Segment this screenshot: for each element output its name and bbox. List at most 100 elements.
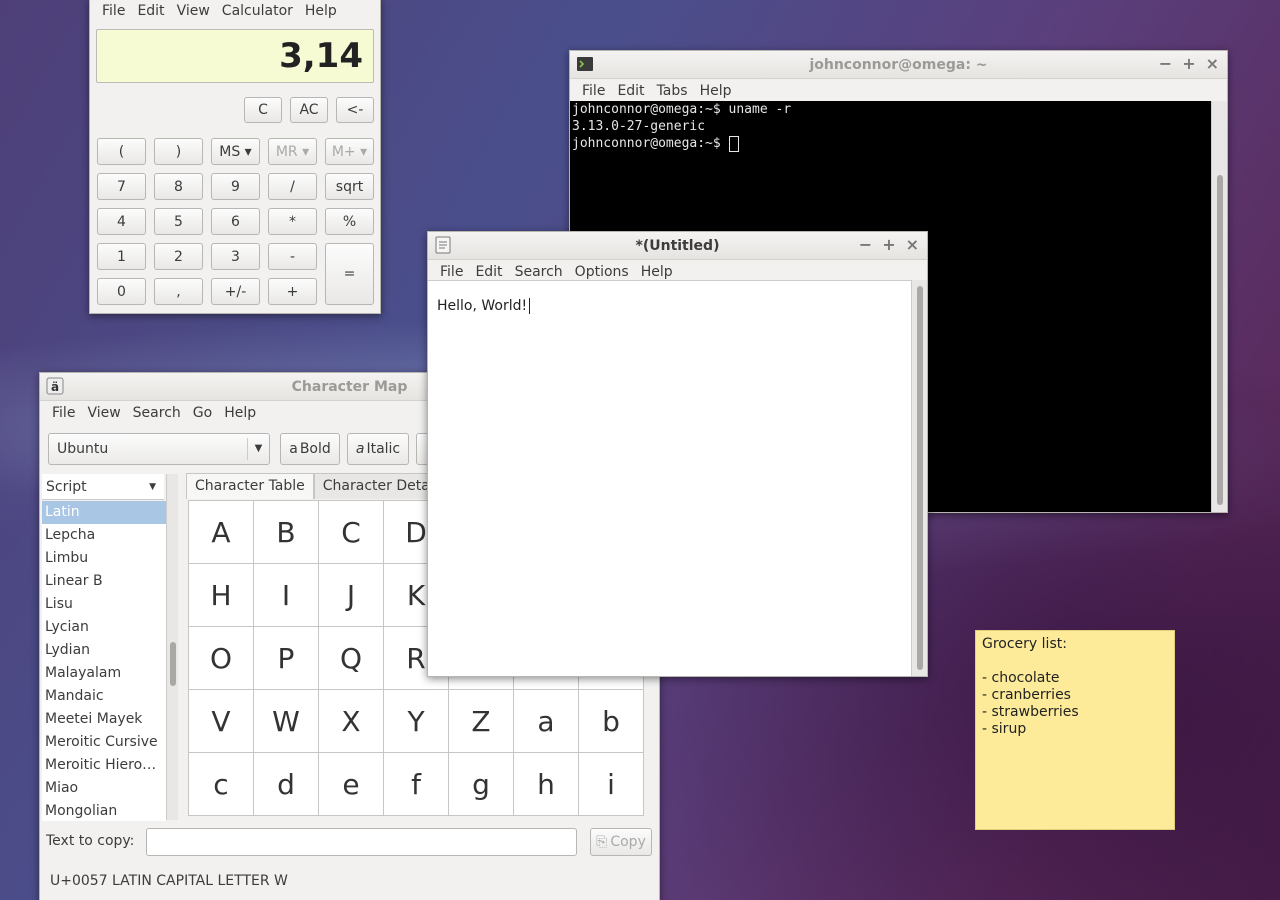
script-item[interactable]: Mandaic [42, 685, 166, 708]
key-multiply[interactable]: * [268, 208, 317, 235]
memory-store-button[interactable]: MS ▾ [211, 138, 260, 165]
key-sqrt[interactable]: sqrt [325, 173, 374, 200]
editor-menu-help[interactable]: Help [635, 264, 679, 280]
tab-character-table[interactable]: Character Table [186, 473, 314, 499]
key-1[interactable]: 1 [97, 243, 146, 270]
term-menu-help[interactable]: Help [694, 83, 738, 99]
terminal-scroll-thumb[interactable] [1217, 175, 1223, 505]
all-clear-button[interactable]: AC [290, 97, 328, 123]
memory-add-button[interactable]: M+ ▾ [325, 138, 374, 165]
close-icon[interactable]: × [1206, 55, 1219, 73]
sticky-note[interactable]: Grocery list: - chocolate - cranberries … [975, 630, 1175, 830]
editor-scroll-thumb[interactable] [917, 286, 923, 670]
key-subtract[interactable]: - [268, 243, 317, 270]
key-3[interactable]: 3 [211, 243, 260, 270]
editor-menu-search[interactable]: Search [509, 264, 569, 280]
key-9[interactable]: 9 [211, 173, 260, 200]
character-cell[interactable]: h [514, 753, 579, 816]
key-decimal[interactable]: , [154, 278, 203, 305]
script-item[interactable]: Lisu [42, 593, 166, 616]
calc-menu-view[interactable]: View [171, 3, 216, 19]
font-selector[interactable]: Ubuntu ▼ [48, 433, 270, 465]
script-item[interactable]: Meroitic Cursive [42, 731, 166, 754]
terminal-titlebar[interactable]: johnconnor@omega: ~ − + × [570, 51, 1227, 79]
character-cell[interactable]: H [189, 564, 254, 627]
character-cell[interactable]: J [319, 564, 384, 627]
script-list-scrollbar[interactable] [166, 474, 178, 820]
close-icon[interactable]: × [906, 236, 919, 254]
calc-menu-help[interactable]: Help [299, 3, 343, 19]
key-4[interactable]: 4 [97, 208, 146, 235]
bold-toggle[interactable]: a Bold [280, 433, 340, 465]
editor-text-area[interactable]: Hello, World! [428, 280, 913, 676]
character-cell[interactable]: g [449, 753, 514, 816]
copy-button[interactable]: ⎘ Copy [590, 828, 652, 856]
terminal-scrollbar[interactable] [1211, 101, 1227, 512]
maximize-icon[interactable]: + [1182, 55, 1195, 73]
editor-menu-options[interactable]: Options [569, 264, 635, 280]
key-divide[interactable]: / [268, 173, 317, 200]
character-cell[interactable]: c [189, 753, 254, 816]
key-0[interactable]: 0 [97, 278, 146, 305]
editor-titlebar[interactable]: *(Untitled) − + × [428, 232, 927, 260]
key-2[interactable]: 2 [154, 243, 203, 270]
script-item[interactable]: Miao [42, 777, 166, 800]
script-item[interactable]: Lycian [42, 616, 166, 639]
editor-menu-file[interactable]: File [434, 264, 469, 280]
script-combo[interactable]: Script ▼ [42, 474, 164, 500]
character-cell[interactable]: d [254, 753, 319, 816]
character-cell[interactable]: Y [384, 690, 449, 753]
character-cell[interactable]: Q [319, 627, 384, 690]
term-menu-file[interactable]: File [576, 83, 611, 99]
minimize-icon[interactable]: − [1159, 55, 1172, 73]
script-item[interactable]: Lydian [42, 639, 166, 662]
minimize-icon[interactable]: − [859, 236, 872, 254]
script-item[interactable]: Malayalam [42, 662, 166, 685]
character-cell[interactable]: a [514, 690, 579, 753]
key-6[interactable]: 6 [211, 208, 260, 235]
key-5[interactable]: 5 [154, 208, 203, 235]
character-cell[interactable]: b [579, 690, 644, 753]
editor-scrollbar[interactable] [911, 280, 927, 676]
character-cell[interactable]: e [319, 753, 384, 816]
key-8[interactable]: 8 [154, 173, 203, 200]
character-cell[interactable]: V [189, 690, 254, 753]
memory-recall-button[interactable]: MR ▾ [268, 138, 317, 165]
character-cell[interactable]: P [254, 627, 319, 690]
key-equals[interactable]: = [325, 243, 374, 305]
backspace-button[interactable]: <- [336, 97, 374, 123]
script-item[interactable]: Mongolian [42, 800, 166, 823]
charmap-menu-go[interactable]: Go [187, 405, 218, 421]
character-cell[interactable]: f [384, 753, 449, 816]
key-open-paren[interactable]: ( [97, 138, 146, 165]
character-cell[interactable]: W [254, 690, 319, 753]
charmap-menu-view[interactable]: View [81, 405, 126, 421]
key-negate[interactable]: +/- [211, 278, 260, 305]
charmap-menu-search[interactable]: Search [127, 405, 187, 421]
key-percent[interactable]: % [325, 208, 374, 235]
script-item[interactable]: Lepcha [42, 524, 166, 547]
character-cell[interactable]: C [319, 501, 384, 564]
italic-toggle[interactable]: a Italic [347, 433, 409, 465]
maximize-icon[interactable]: + [882, 236, 895, 254]
charmap-menu-file[interactable]: File [46, 405, 81, 421]
script-item[interactable]: Meetei Mayek [42, 708, 166, 731]
character-cell[interactable]: I [254, 564, 319, 627]
script-item[interactable]: Latin [42, 501, 166, 524]
character-cell[interactable]: Z [449, 690, 514, 753]
editor-menu-edit[interactable]: Edit [469, 264, 508, 280]
term-menu-edit[interactable]: Edit [611, 83, 650, 99]
calc-menu-file[interactable]: File [96, 3, 131, 19]
text-to-copy-input[interactable] [146, 828, 577, 856]
character-cell[interactable]: X [319, 690, 384, 753]
script-item[interactable]: Linear B [42, 570, 166, 593]
calc-menu-calculator[interactable]: Calculator [216, 3, 299, 19]
character-cell[interactable]: i [579, 753, 644, 816]
calc-menu-edit[interactable]: Edit [131, 3, 170, 19]
clear-button[interactable]: C [244, 97, 282, 123]
script-item[interactable]: Limbu [42, 547, 166, 570]
key-7[interactable]: 7 [97, 173, 146, 200]
script-list-scroll-thumb[interactable] [170, 642, 176, 686]
character-cell[interactable]: B [254, 501, 319, 564]
character-cell[interactable]: A [189, 501, 254, 564]
